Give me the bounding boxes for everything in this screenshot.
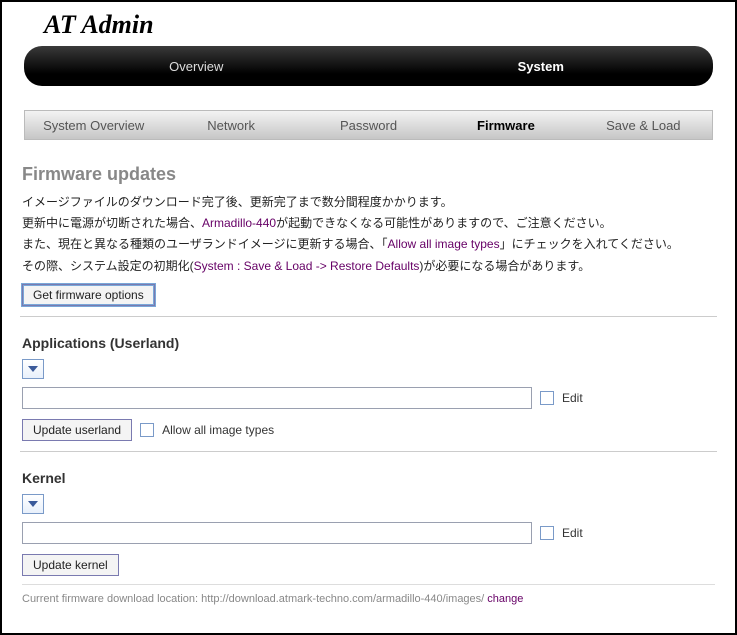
text: 更新中に電源が切断された場合、 (22, 216, 202, 230)
kernel-heading: Kernel (22, 470, 717, 486)
footer-url: http://download.atmark-techno.com/armadi… (201, 593, 484, 605)
firmware-desc-2: 更新中に電源が切断された場合、Armadillo-440が起動できなくなる可能性… (22, 214, 717, 233)
firmware-desc-1: イメージファイルのダウンロード完了後、更新完了まで数分間程度かかります。 (22, 193, 717, 212)
userland-heading: Applications (Userland) (22, 335, 717, 351)
kernel-path-input[interactable] (22, 522, 532, 544)
footer-prefix: Current firmware download location: (22, 593, 201, 605)
tab-system[interactable]: System (369, 59, 714, 74)
userland-path-input[interactable] (22, 387, 532, 409)
change-location-link[interactable]: change (487, 593, 523, 605)
sub-tabs: System Overview Network Password Firmwar… (24, 110, 713, 140)
divider (20, 451, 717, 452)
firmware-desc-3: また、現在と異なる種類のユーザランドイメージに更新する場合、「Allow all… (22, 235, 717, 254)
update-userland-button[interactable]: Update userland (22, 419, 132, 441)
kernel-edit-checkbox[interactable] (540, 526, 554, 540)
userland-edit-checkbox[interactable] (540, 391, 554, 405)
subtab-firmware[interactable]: Firmware (437, 118, 574, 133)
highlight-device: Armadillo-440 (202, 216, 276, 230)
allow-all-image-types-checkbox[interactable] (140, 423, 154, 437)
subtab-password[interactable]: Password (300, 118, 437, 133)
highlight-allow: Allow all image types (388, 237, 500, 251)
subtab-system-overview[interactable]: System Overview (25, 118, 162, 133)
highlight-restore: System : Save & Load -> Restore Defaults (194, 259, 420, 273)
main-tabs: Overview System (24, 46, 713, 86)
text: 」にチェックを入れてください。 (500, 237, 679, 251)
subtab-network[interactable]: Network (162, 118, 299, 133)
firmware-desc-4: その際、システム設定の初期化(System : Save & Load -> R… (22, 257, 717, 276)
text: )が必要になる場合があります。 (419, 259, 590, 273)
get-firmware-options-button[interactable]: Get firmware options (22, 284, 155, 306)
text: が起動できなくなる可能性がありますので、ご注意ください。 (276, 216, 612, 230)
kernel-edit-label: Edit (562, 526, 583, 540)
footer: Current firmware download location: http… (22, 584, 715, 605)
allow-all-image-types-label: Allow all image types (162, 423, 274, 437)
chevron-down-icon (28, 501, 38, 507)
text: その際、システム設定の初期化( (22, 259, 194, 273)
text: また、現在と異なる種類のユーザランドイメージに更新する場合、「 (22, 237, 388, 251)
section-title-firmware: Firmware updates (22, 164, 717, 185)
chevron-down-icon (28, 366, 38, 372)
divider (20, 316, 717, 317)
subtab-save-load[interactable]: Save & Load (575, 118, 712, 133)
update-kernel-button[interactable]: Update kernel (22, 554, 119, 576)
tab-overview[interactable]: Overview (24, 59, 369, 74)
brand-logo: AT Admin (20, 2, 717, 46)
kernel-select[interactable] (22, 494, 44, 514)
userland-select[interactable] (22, 359, 44, 379)
userland-edit-label: Edit (562, 391, 583, 405)
